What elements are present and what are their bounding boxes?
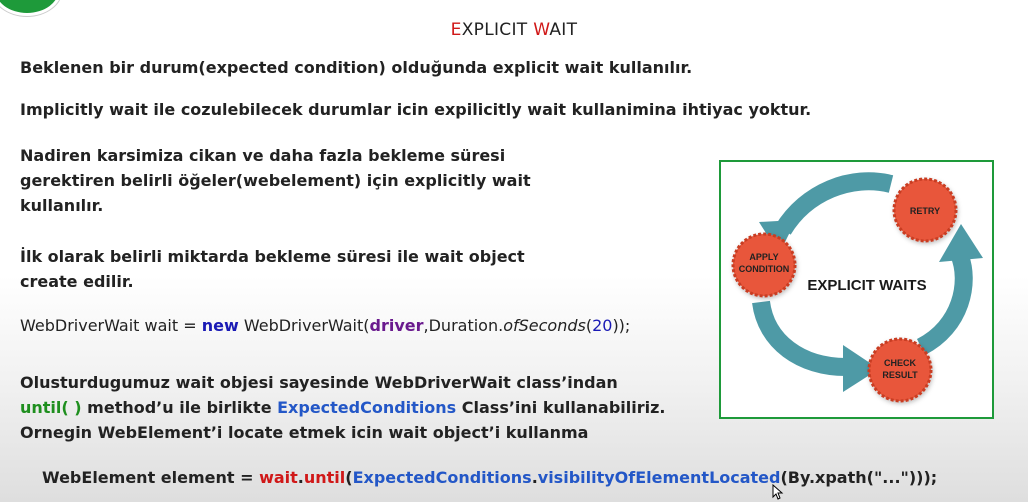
check-label-1: CHECK [884,358,917,368]
check-label-2: RESULT [882,370,918,380]
channel-logo [0,0,62,16]
paragraph-until-method: Olusturdugumuz wait objesi sayesinde Web… [20,373,666,442]
text-line-1: Beklenen bir durum(expected condition) o… [20,58,693,77]
page-title: EXPLICIT WAIT [450,20,578,40]
cycle-diagram-svg: RETRY APPLY CONDITION CHECK RESULT EXPLI… [731,172,983,403]
code-line-webelement: WebElement element = wait.until(Expected… [42,468,938,487]
explicit-waits-diagram: RETRY APPLY CONDITION CHECK RESULT EXPLI… [719,160,994,419]
arrow-apply-to-check [752,300,879,392]
arrow-check-to-retry [916,224,983,356]
apply-label-1: APPLY [749,252,778,262]
code-line-webdriverwait: WebDriverWait wait = new WebDriverWait(d… [20,316,631,335]
mouse-cursor-icon [772,484,784,500]
text-line-2: Implicitly wait ile cozulebilecek duruml… [20,100,812,119]
retry-label: RETRY [910,206,940,216]
apply-label-2: CONDITION [739,264,790,274]
paragraph-create-wait: İlk olarak belirli miktarda bekleme süre… [20,247,525,291]
diagram-center-title: EXPLICIT WAITS [807,277,926,294]
paragraph-rare-elements: Nadiren karsimiza cikan ve daha fazla be… [20,146,531,215]
